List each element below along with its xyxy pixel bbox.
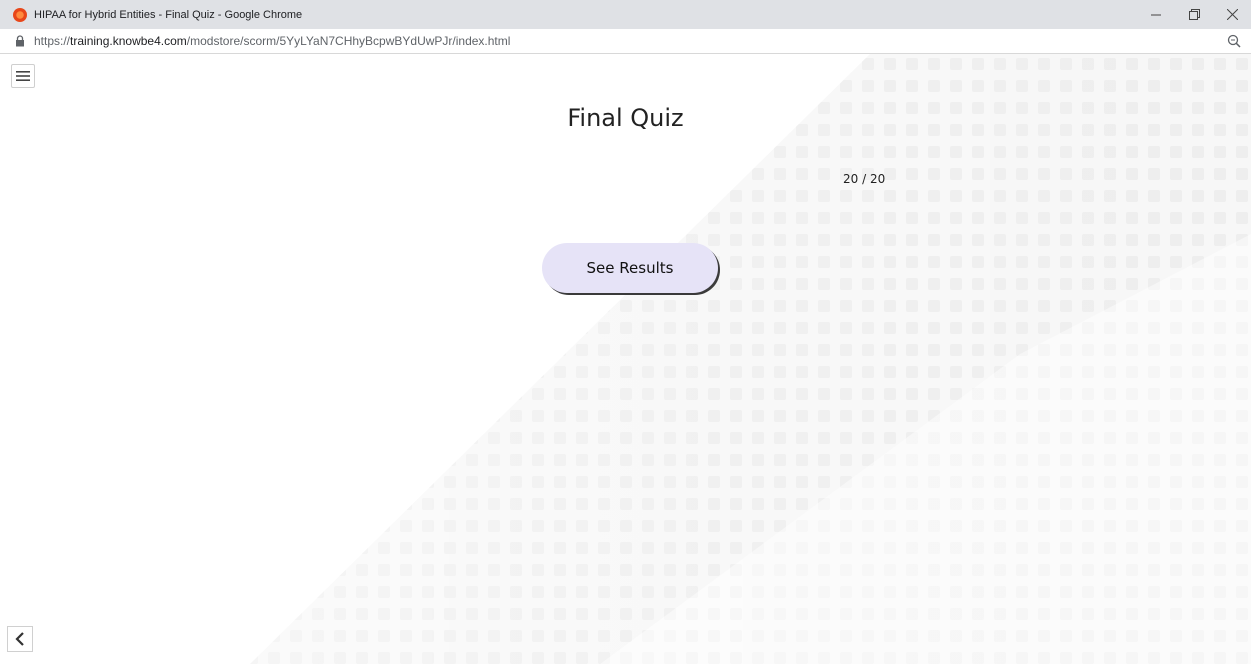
url-host: training.knowbe4.com xyxy=(70,34,187,48)
url-path: /modstore/scorm/5YyLYaN7CHhyBcpwBYdUwPJr… xyxy=(186,34,511,48)
lock-icon xyxy=(14,35,26,47)
window-controls xyxy=(1137,0,1251,29)
chrome-app-icon xyxy=(13,7,27,22)
address-bar[interactable]: https://training.knowbe4.com/modstore/sc… xyxy=(0,29,1251,54)
url-text[interactable]: https://training.knowbe4.com/modstore/sc… xyxy=(34,34,510,48)
minimize-icon[interactable] xyxy=(1137,0,1175,29)
close-icon[interactable] xyxy=(1213,0,1251,29)
window-titlebar: HIPAA for Hybrid Entities - Final Quiz -… xyxy=(0,0,1251,29)
see-results-button[interactable]: See Results xyxy=(542,243,718,293)
url-scheme: https:// xyxy=(34,34,71,48)
restore-icon[interactable] xyxy=(1175,0,1213,29)
page-title: Final Quiz xyxy=(567,104,684,132)
background-dot-pattern xyxy=(0,54,1251,664)
hamburger-menu-icon[interactable] xyxy=(11,64,35,88)
window-title: HIPAA for Hybrid Entities - Final Quiz -… xyxy=(34,8,303,21)
question-progress: 20 / 20 xyxy=(843,172,886,186)
chevron-left-icon[interactable] xyxy=(7,626,33,652)
quiz-page: Final Quiz 20 / 20 See Results xyxy=(0,54,1251,664)
zoom-icon[interactable] xyxy=(1227,34,1241,48)
